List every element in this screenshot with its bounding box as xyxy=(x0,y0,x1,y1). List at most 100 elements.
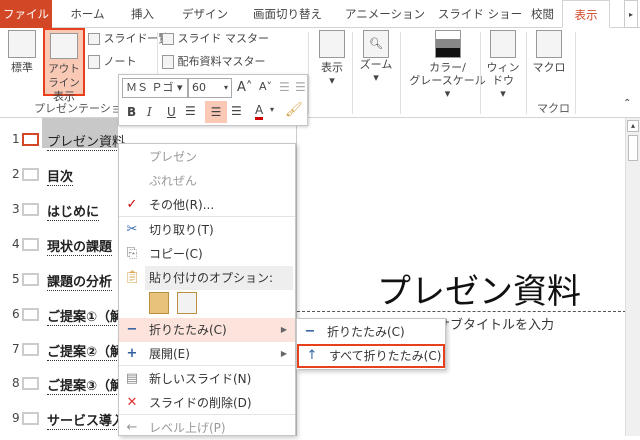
slide-number: 8 xyxy=(12,376,20,390)
scroll-thumb[interactable] xyxy=(628,135,638,161)
paste-picture-icon[interactable] xyxy=(177,292,197,314)
slide-master-button[interactable]: スライド マスター xyxy=(162,32,269,45)
tab-home[interactable]: ホーム xyxy=(60,0,115,28)
submenu-item-collapse-all[interactable]: ↑ すべて折りたたみ(C) xyxy=(297,344,445,368)
slide-number: 1 xyxy=(12,132,20,146)
scroll-up-icon[interactable]: ▴ xyxy=(627,120,639,132)
font-color-dropdown-icon[interactable]: ▾ xyxy=(270,105,274,114)
more-icon: ✓ xyxy=(126,197,138,212)
tab-transitions[interactable]: 画面切り替え xyxy=(240,0,335,28)
color-grayscale-button[interactable]: カラー/グレースケール ▾ xyxy=(405,30,490,100)
collapse-ribbon-icon[interactable]: ⌃ xyxy=(623,98,631,109)
align-center-icon[interactable]: ☰ xyxy=(205,101,227,123)
color-grayscale-label-1: カラー/ xyxy=(429,61,466,74)
tab-insert[interactable]: 挿入 xyxy=(120,0,165,28)
submenu-arrow-icon: ▶ xyxy=(280,325,287,334)
window-button[interactable]: ウィンドウ ▾ xyxy=(482,30,524,100)
notes-icon xyxy=(88,55,100,69)
show-button[interactable]: 表示 ▾ xyxy=(316,30,348,87)
minus-icon: − xyxy=(304,324,316,339)
slide-icon[interactable] xyxy=(22,203,39,216)
slide-icon[interactable] xyxy=(22,308,39,321)
menu-item-collapse[interactable]: − 折りたたみ(C) ▶ xyxy=(119,318,295,342)
menu-item-copy[interactable]: ⎘ コピー(C) xyxy=(119,242,295,266)
vertical-scrollbar[interactable]: ▴ xyxy=(625,118,640,436)
context-menu: プレゼン ぷれぜん ✓ その他(R)... ✂ 切り取り(T) ⎘ コピー(C) 📋︎… xyxy=(118,143,296,436)
submenu-item-collapse[interactable]: − 折りたたみ(C) xyxy=(297,320,445,344)
slide-icon[interactable] xyxy=(22,412,39,425)
outline-title[interactable]: 課題の分析 xyxy=(47,271,113,291)
paste-keep-formatting-icon[interactable] xyxy=(149,292,169,314)
tab-view[interactable]: 表示 xyxy=(562,0,610,28)
menu-label: 折りたたみ(C) xyxy=(327,325,405,339)
font-size-select[interactable]: 60 ▾ xyxy=(188,78,232,98)
slide-icon[interactable] xyxy=(22,168,39,181)
collapse-all-icon: ↑ xyxy=(306,348,318,363)
menu-label: コピー(C) xyxy=(149,247,203,261)
outline-title[interactable]: ご提案①（解 xyxy=(47,306,124,326)
font-name-select[interactable]: ＭＳ Ｐゴ ▾ xyxy=(122,78,188,98)
spelling-suggestion[interactable]: ぷれぜん xyxy=(119,169,295,193)
increase-indent-icon[interactable]: ☰ xyxy=(295,80,306,94)
menu-item-new-slide[interactable]: ▤ 新しいスライド(N) xyxy=(119,367,295,391)
placeholder-border xyxy=(297,311,626,312)
slide-number: 4 xyxy=(12,237,20,251)
handout-master-button[interactable]: 配布資料マスター xyxy=(162,55,266,69)
menu-label: 展開(E) xyxy=(149,347,190,361)
slide-icon[interactable] xyxy=(22,133,39,146)
menu-item-delete-slide[interactable]: ✕ スライドの削除(D) xyxy=(119,391,295,415)
italic-button[interactable]: I xyxy=(147,105,152,119)
slide-sorter-icon xyxy=(88,33,100,45)
slide-icon[interactable] xyxy=(22,343,39,356)
menu-item-expand[interactable]: + 展開(E) ▶ xyxy=(119,342,295,366)
outline-title[interactable]: 現状の課題 xyxy=(47,236,113,256)
divider xyxy=(400,32,401,114)
shrink-font-icon[interactable]: A˅ xyxy=(259,80,272,93)
outline-title[interactable]: 目次 xyxy=(47,166,74,186)
slide-number: 3 xyxy=(12,202,20,216)
underline-button[interactable]: U xyxy=(167,105,176,119)
slide-icon[interactable] xyxy=(22,273,39,286)
outline-title[interactable]: はじめに xyxy=(47,201,100,221)
slide-title[interactable]: プレゼン資料 xyxy=(377,264,581,313)
font-name-value: ＭＳ Ｐゴ xyxy=(126,81,174,94)
align-left-icon[interactable]: ☰ xyxy=(185,104,196,118)
menu-item-more[interactable]: ✓ その他(R)... xyxy=(119,193,295,217)
window-icon xyxy=(490,30,516,58)
paste-options-header: 📋︎ 貼り付けのオプション: xyxy=(119,266,295,290)
slide-subtitle[interactable]: サブタイトルを入力 xyxy=(437,314,554,333)
grow-font-icon[interactable]: A˄ xyxy=(237,80,252,95)
zoom-button[interactable]: 🔍︎ ズーム ▾ xyxy=(358,30,394,84)
outline-title[interactable]: ご提案②（解 xyxy=(47,341,124,361)
new-slide-icon: ▤ xyxy=(125,371,139,386)
spelling-suggestion[interactable]: プレゼン xyxy=(119,145,295,169)
slide-icon[interactable] xyxy=(22,238,39,251)
format-painter-icon[interactable]: 🖌︎ xyxy=(285,102,303,118)
divider xyxy=(308,32,309,114)
tab-review[interactable]: 校閲 xyxy=(525,0,560,28)
decrease-indent-icon[interactable]: ☰ xyxy=(279,80,290,94)
tab-scroll-right[interactable]: ▸ xyxy=(624,0,638,28)
menu-item-promote[interactable]: ← レベル上げ(P) xyxy=(119,416,295,440)
outline-title[interactable]: サービス導入 xyxy=(47,410,126,430)
tab-design[interactable]: デザイン xyxy=(170,0,240,28)
macro-icon xyxy=(536,30,562,58)
show-icon xyxy=(319,30,345,58)
align-right-icon[interactable]: ☰ xyxy=(231,104,242,118)
normal-view-button[interactable]: 標準 xyxy=(4,30,40,74)
tab-slideshow[interactable]: スライド ショー xyxy=(435,0,525,28)
outline-view-button[interactable]: アウトライン 表示 xyxy=(43,28,85,103)
tab-file[interactable]: ファイル xyxy=(0,0,52,28)
bold-button[interactable]: B xyxy=(127,105,136,119)
outline-title[interactable]: プレゼン資料 xyxy=(47,131,126,151)
font-color-button[interactable]: A xyxy=(255,103,264,120)
slide-number: 5 xyxy=(12,272,20,286)
slide-icon[interactable] xyxy=(22,377,39,390)
menu-item-cut[interactable]: ✂ 切り取り(T) xyxy=(119,218,295,242)
outline-title[interactable]: ご提案③（解 xyxy=(47,375,124,395)
notes-button[interactable]: ノート xyxy=(88,55,137,69)
magnifier-icon: 🔍︎ xyxy=(363,30,389,58)
slide-number: 6 xyxy=(12,307,20,321)
macro-button[interactable]: マクロ xyxy=(532,30,566,74)
tab-animations[interactable]: アニメーション xyxy=(335,0,435,28)
